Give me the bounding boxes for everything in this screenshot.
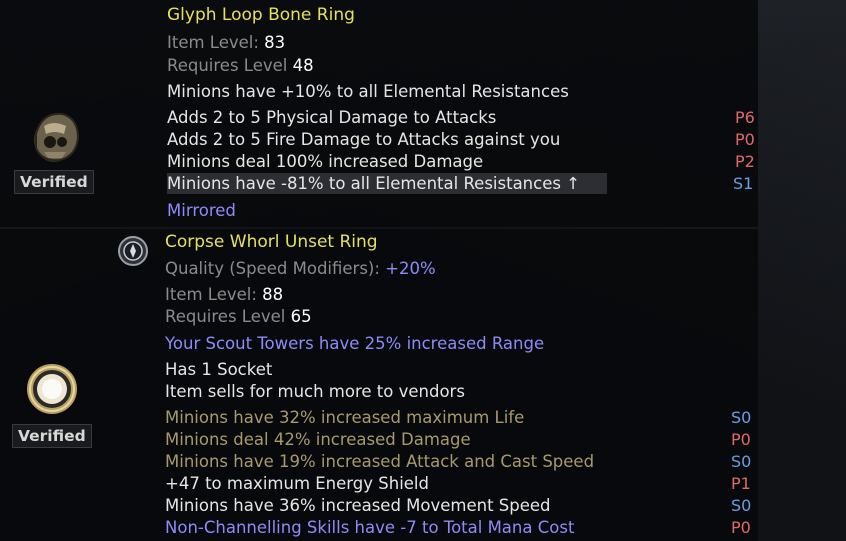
mirrored-label: Mirrored: [167, 201, 236, 220]
implicit-mod: Minions have +10% to all Elemental Resis…: [167, 82, 569, 101]
implicit-mod: Item sells for much more to vendors: [165, 382, 465, 401]
influence-emblem-icon: [117, 235, 149, 267]
explicit-mod: Adds 2 to 5 Physical Damage to Attacks: [167, 108, 497, 127]
requires-level: Requires Level 65: [165, 307, 312, 326]
unset-ring-icon[interactable]: [24, 361, 80, 417]
item-card-2[interactable]: Corpse Whorl Unset Ring Quality (Speed M…: [0, 229, 758, 541]
crafted-mod: Minions have 32% increased maximum Life: [165, 408, 525, 427]
mod-tier: P6: [735, 108, 755, 127]
mod-tier: S0: [731, 452, 752, 471]
requires-level: Requires Level 48: [167, 56, 314, 75]
explicit-mod: +47 to maximum Energy Shield: [165, 474, 429, 493]
explicit-mod: Non-Channelling Skills have -7 to Total …: [165, 518, 575, 537]
implicit-mod: Has 1 Socket: [165, 360, 273, 379]
crafted-mod: Minions have 19% increased Attack and Ca…: [165, 452, 595, 471]
verified-badge: Verified: [12, 424, 92, 448]
mod-tier: P0: [731, 518, 751, 537]
mod-tier: P0: [731, 430, 751, 449]
item-level: Item Level: 83: [167, 33, 286, 52]
quality: Quality (Speed Modifiers): +20%: [165, 259, 436, 278]
mod-tier: P2: [735, 152, 755, 171]
item-card-1[interactable]: Glyph Loop Bone Ring Item Level: 83 Requ…: [0, 0, 758, 227]
verified-badge: Verified: [14, 170, 94, 194]
explicit-mod: Adds 2 to 5 Fire Damage to Attacks again…: [167, 130, 561, 149]
mod-tier: S0: [731, 408, 752, 427]
item-name: Glyph Loop Bone Ring: [167, 5, 355, 25]
mod-tier: S1: [733, 174, 754, 193]
explicit-mod: Minions have 36% increased Movement Spee…: [165, 496, 551, 515]
mod-tier: P0: [735, 130, 755, 149]
explicit-mod-highlighted[interactable]: Minions have -81% to all Elemental Resis…: [167, 173, 607, 194]
explicit-mod: Minions deal 100% increased Damage: [167, 152, 484, 171]
mod-tier: P1: [731, 474, 751, 493]
crafted-mod: Minions deal 42% increased Damage: [165, 430, 471, 449]
item-name: Corpse Whorl Unset Ring: [165, 232, 378, 252]
mod-tier: S0: [731, 496, 752, 515]
enchant-mod: Your Scout Towers have 25% increased Ran…: [165, 334, 545, 353]
item-level: Item Level: 88: [165, 285, 284, 304]
bone-ring-icon[interactable]: [22, 104, 86, 168]
